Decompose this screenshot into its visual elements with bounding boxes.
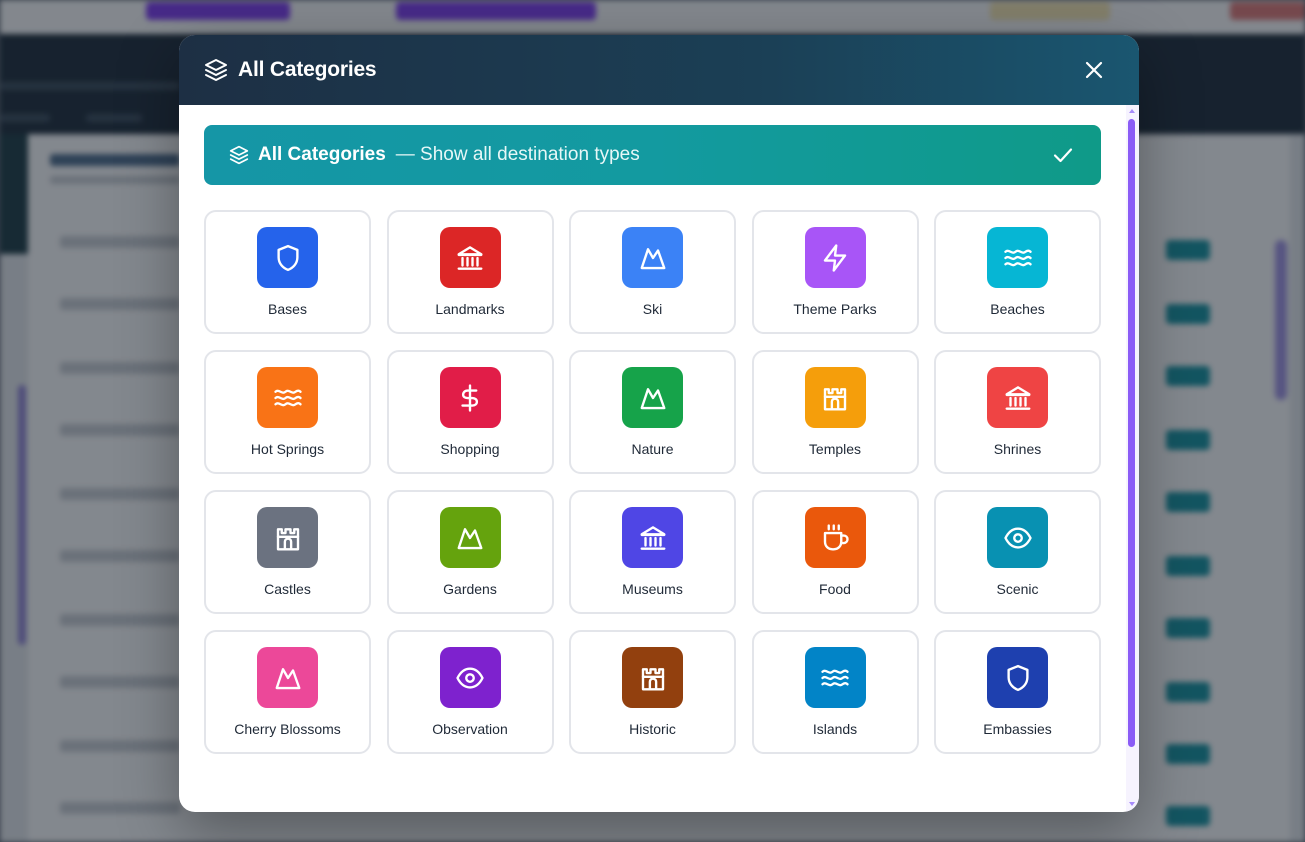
category-label: Castles: [264, 581, 311, 597]
all-categories-title: All Categories: [258, 144, 386, 165]
category-card-landmarks[interactable]: Landmarks: [386, 210, 554, 334]
category-label: Observation: [432, 721, 508, 737]
category-icon-tile: [439, 507, 501, 568]
category-card-bases[interactable]: Bases: [204, 210, 371, 334]
all-categories-option[interactable]: All Categories — Show all destination ty…: [204, 125, 1101, 185]
category-icon-tile: [987, 507, 1048, 568]
category-card-hot-springs[interactable]: Hot Springs: [204, 350, 371, 474]
category-label: Embassies: [983, 721, 1052, 737]
layers-icon: [228, 144, 250, 166]
categories-modal: All Categories All Categories — Show all…: [179, 35, 1139, 812]
eye-icon: [455, 663, 485, 693]
category-label: Hot Springs: [250, 441, 325, 457]
category-label: Shrines: [993, 441, 1042, 457]
scrollbar-thumb[interactable]: [1128, 119, 1135, 747]
modal-body: All Categories — Show all destination ty…: [179, 105, 1139, 812]
category-icon-tile: [257, 507, 318, 568]
mountain-icon: [638, 243, 668, 273]
modal-title: All Categories: [238, 58, 377, 81]
category-icon-tile: [804, 367, 866, 428]
category-card-observation[interactable]: Observation: [386, 630, 554, 754]
shield-icon: [273, 243, 303, 273]
category-card-cherry-blossoms[interactable]: Cherry Blossoms: [204, 630, 371, 754]
category-icon-tile: [987, 227, 1048, 288]
category-card-ski[interactable]: Ski: [569, 210, 736, 334]
mountain-icon: [638, 383, 668, 413]
category-label: Cherry Blossoms: [234, 721, 341, 737]
mountain-icon: [273, 663, 303, 693]
category-grid: Bases Landmarks Ski Theme Parks Beaches Hot S…: [204, 210, 1101, 754]
category-icon-tile: [804, 647, 866, 708]
category-label: Ski: [642, 301, 663, 317]
category-icon-tile: [257, 367, 318, 428]
category-label: Historic: [629, 721, 676, 737]
waves-icon: [1003, 243, 1033, 273]
category-icon-tile: [804, 227, 866, 288]
scroll-up-arrow[interactable]: [1129, 109, 1135, 113]
category-label: Beaches: [990, 301, 1045, 317]
castle-icon: [820, 383, 850, 413]
category-icon-tile: [622, 507, 683, 568]
close-icon: [1085, 61, 1103, 79]
category-card-castles[interactable]: Castles: [204, 490, 371, 614]
category-card-historic[interactable]: Historic: [569, 630, 736, 754]
category-label: Museums: [622, 581, 683, 597]
landmark-icon: [1003, 383, 1033, 413]
castle-icon: [273, 523, 303, 553]
landmark-icon: [455, 243, 485, 273]
layers-icon: [204, 58, 228, 82]
category-label: Bases: [268, 301, 307, 317]
category-card-shopping[interactable]: Shopping: [386, 350, 554, 474]
category-card-embassies[interactable]: Embassies: [934, 630, 1101, 754]
category-card-shrines[interactable]: Shrines: [934, 350, 1101, 474]
category-card-temples[interactable]: Temples: [751, 350, 919, 474]
category-icon-tile: [804, 507, 866, 568]
category-card-islands[interactable]: Islands: [751, 630, 919, 754]
eye-icon: [1003, 523, 1033, 553]
category-label: Scenic: [996, 581, 1039, 597]
category-icon-tile: [439, 647, 501, 708]
shield-icon: [1003, 663, 1033, 693]
category-icon-tile: [439, 367, 501, 428]
category-icon-tile: [987, 647, 1048, 708]
coffee-icon: [820, 523, 850, 553]
category-icon-tile: [439, 227, 501, 288]
scroll-down-arrow[interactable]: [1129, 802, 1135, 806]
category-card-food[interactable]: Food: [751, 490, 919, 614]
castle-icon: [638, 663, 668, 693]
lightning-icon: [820, 243, 850, 273]
modal-header: All Categories: [179, 35, 1139, 105]
category-card-theme-parks[interactable]: Theme Parks: [751, 210, 919, 334]
category-card-nature[interactable]: Nature: [569, 350, 736, 474]
waves-icon: [273, 383, 303, 413]
dollar-icon: [455, 383, 485, 413]
category-label: Gardens: [443, 581, 497, 597]
category-icon-tile: [622, 367, 683, 428]
category-card-museums[interactable]: Museums: [569, 490, 736, 614]
category-label: Theme Parks: [793, 301, 877, 317]
category-card-scenic[interactable]: Scenic: [934, 490, 1101, 614]
category-icon-tile: [257, 227, 318, 288]
all-categories-description: — Show all destination types: [395, 144, 640, 165]
category-icon-tile: [622, 647, 683, 708]
close-button[interactable]: [1083, 59, 1105, 81]
category-label: Temples: [808, 441, 862, 457]
category-label: Food: [819, 581, 851, 597]
category-card-gardens[interactable]: Gardens: [386, 490, 554, 614]
category-icon-tile: [987, 367, 1048, 428]
landmark-icon: [638, 523, 668, 553]
category-label: Landmarks: [435, 301, 505, 317]
category-label: Shopping: [440, 441, 500, 457]
category-icon-tile: [257, 647, 318, 708]
check-icon: [1051, 143, 1075, 167]
mountain-icon: [455, 523, 485, 553]
category-card-beaches[interactable]: Beaches: [934, 210, 1101, 334]
category-label: Nature: [631, 441, 674, 457]
waves-icon: [820, 663, 850, 693]
category-icon-tile: [622, 227, 683, 288]
category-label: Islands: [812, 721, 858, 737]
